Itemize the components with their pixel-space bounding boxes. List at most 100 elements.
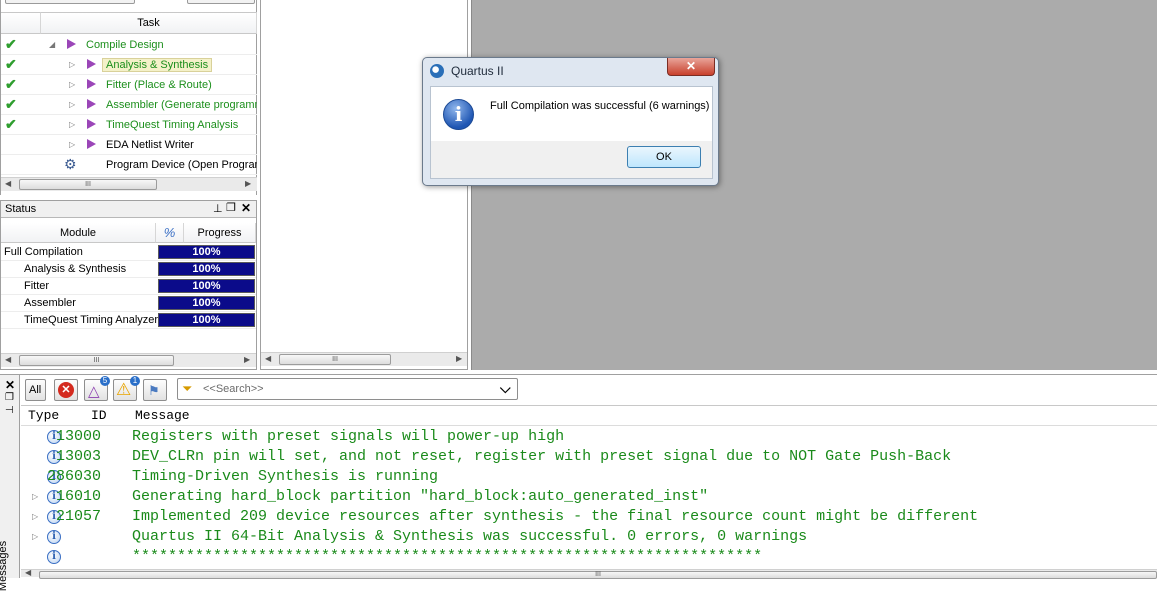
run-task-icon[interactable] <box>87 119 96 129</box>
message-row[interactable]: i 286030 Timing-Driven Synthesis is runnin… <box>0 467 1130 487</box>
scroll-thumb[interactable]: III <box>279 354 391 365</box>
task-list: ✔ ◢ Compile Design ✔ ▷ Analysis & Synthesis ✔ ▷… <box>1 35 257 176</box>
pin-icon[interactable]: ⊣ <box>5 405 14 416</box>
status-titlebar: Status ⊥ ❐ ✕ <box>1 201 256 218</box>
close-icon[interactable]: ✕ <box>686 59 696 73</box>
progress-bar: 100% <box>158 296 255 310</box>
scroll-thumb[interactable]: III <box>19 355 174 366</box>
expand-icon[interactable]: ▷ <box>32 532 38 541</box>
task-row[interactable]: ✔ ▷ Analysis & Synthesis <box>1 55 257 75</box>
suppress-filter-button[interactable]: ⚑ <box>143 379 167 401</box>
task-row[interactable]: ⚙ Program Device (Open Programmer) <box>1 155 257 175</box>
status-col-progress[interactable]: Progress <box>184 223 256 243</box>
col-id[interactable]: ID <box>91 408 107 423</box>
scroll-left-icon[interactable]: ◀ <box>25 568 31 577</box>
task-header-check-col[interactable] <box>1 12 41 34</box>
warning-icon: ⚠ <box>116 380 132 399</box>
search-box[interactable]: ⏷ <<Search>> ⌵ <box>177 378 518 400</box>
scroll-right-icon[interactable]: ▶ <box>245 179 251 188</box>
message-row[interactable]: i 13000 Registers with preset signals will… <box>0 427 1130 447</box>
status-col-percent[interactable]: % <box>156 223 184 243</box>
status-col-module[interactable]: Module <box>1 223 156 243</box>
run-task-icon[interactable] <box>87 59 96 69</box>
scroll-left-icon[interactable]: ◀ <box>265 354 271 363</box>
message-text: Implemented 209 device resources after s… <box>132 508 979 525</box>
expand-icon[interactable]: ▷ <box>69 60 75 69</box>
pin-icon[interactable]: ⊥ <box>213 202 223 215</box>
status-module-label: Fitter <box>24 280 50 292</box>
close-icon[interactable]: ✕ <box>241 201 251 215</box>
task-row[interactable]: ✔ ▷ Fitter (Place & Route) <box>1 75 257 95</box>
warning-count-badge: 1 <box>130 376 140 386</box>
task-row[interactable]: ✔ ▷ Assembler (Generate programming <box>1 95 257 115</box>
run-task-icon[interactable] <box>87 99 96 109</box>
task-hscrollbar[interactable]: ◀ III ▶ <box>1 177 257 191</box>
message-row[interactable]: ▷ i Quartus II 64-Bit Analysis & Synthesis… <box>0 527 1130 547</box>
scroll-left-icon[interactable]: ◀ <box>5 355 11 364</box>
status-row[interactable]: TimeQuest Timing Analyzer 100% <box>1 312 256 329</box>
status-title: Status <box>5 203 37 215</box>
scroll-thumb[interactable]: III <box>39 571 1157 579</box>
ok-button[interactable]: OK <box>627 146 701 168</box>
expand-icon[interactable]: ▷ <box>69 120 75 129</box>
task-row[interactable]: ✔ ▷ TimeQuest Timing Analysis <box>1 115 257 135</box>
run-task-icon[interactable] <box>87 139 96 149</box>
expand-icon[interactable]: ▷ <box>69 100 75 109</box>
col-type[interactable]: Type <box>28 408 59 423</box>
task-label: EDA Netlist Writer <box>106 139 194 151</box>
check-icon: ✔ <box>5 96 17 112</box>
filter-warnings-button[interactable]: ⚠ 1 <box>113 376 140 401</box>
status-row[interactable]: Full Compilation 100% <box>1 244 256 261</box>
status-hscrollbar[interactable]: ◀ III ▶ <box>1 353 256 367</box>
dialog-title: Quartus II <box>451 64 504 78</box>
filter-all-button[interactable]: All <box>25 379 46 401</box>
float-icon[interactable]: ❐ <box>5 392 14 403</box>
task-column-header[interactable]: Task <box>41 12 257 34</box>
float-icon[interactable]: ❐ <box>226 201 236 214</box>
message-row[interactable]: i ***************************************… <box>0 547 1130 567</box>
run-task-icon[interactable] <box>87 79 96 89</box>
collapse-icon[interactable]: ◢ <box>49 40 55 49</box>
message-row[interactable]: i 13003 DEV_CLRn pin will set, and not res… <box>0 447 1130 467</box>
tasks-panel: Task ✔ ◢ Compile Design ✔ ▷ Analysis & Synthe… <box>0 0 257 195</box>
status-row[interactable]: Fitter 100% <box>1 278 256 295</box>
progress-bar: 100% <box>158 279 255 293</box>
message-row[interactable]: ▷ i 21057 Implemented 209 device resources … <box>0 507 1130 527</box>
dialog-message: Full Compilation was successful (6 warni… <box>490 100 710 112</box>
expand-icon[interactable]: ▷ <box>32 512 38 521</box>
messages-list: i 13000 Registers with preset signals will… <box>0 427 1157 567</box>
message-row[interactable]: ▷ i 16010 Generating hard_block partition "… <box>0 487 1130 507</box>
check-icon: ✔ <box>5 36 17 52</box>
message-id: 16010 <box>55 488 101 505</box>
run-task-icon[interactable] <box>67 39 76 49</box>
message-id: 21057 <box>55 508 101 525</box>
filter-errors-button[interactable]: ✕ <box>54 379 78 401</box>
middle-hscrollbar[interactable]: ◀ III ▶ <box>261 352 467 366</box>
search-input[interactable]: <<Search>> <box>203 383 264 395</box>
message-text: ****************************************… <box>132 548 763 565</box>
col-message[interactable]: Message <box>135 408 190 423</box>
messages-header-row: Type ID Message <box>21 405 1157 426</box>
task-row[interactable]: ✔ ◢ Compile Design <box>1 35 257 55</box>
status-row[interactable]: Assembler 100% <box>1 295 256 312</box>
status-row[interactable]: Analysis & Synthesis 100% <box>1 261 256 278</box>
scroll-right-icon[interactable]: ▶ <box>456 354 462 363</box>
messages-hscrollbar[interactable]: ◀ III <box>21 568 1157 579</box>
expand-icon[interactable]: ▷ <box>69 140 75 149</box>
quartus-logo-icon <box>430 64 444 78</box>
info-icon: i <box>47 530 61 544</box>
check-icon: ✔ <box>5 116 17 132</box>
filter-critical-warnings-button[interactable]: △ 5 <box>84 376 110 401</box>
chevron-down-icon[interactable]: ⌵ <box>500 380 511 397</box>
scroll-left-icon[interactable]: ◀ <box>5 179 11 188</box>
close-icon[interactable]: ✕ <box>5 378 15 392</box>
scroll-thumb[interactable]: III <box>19 179 157 190</box>
dialog-close-button[interactable]: ✕ <box>667 58 715 76</box>
scroll-right-icon[interactable]: ▶ <box>244 355 250 364</box>
task-row[interactable]: ▷ EDA Netlist Writer <box>1 135 257 155</box>
expand-icon[interactable]: ▷ <box>32 492 38 501</box>
error-icon: ✕ <box>58 382 74 398</box>
expand-icon[interactable]: ▷ <box>69 80 75 89</box>
status-module-label: Full Compilation <box>4 246 83 258</box>
critical-warning-count-badge: 5 <box>100 376 110 386</box>
